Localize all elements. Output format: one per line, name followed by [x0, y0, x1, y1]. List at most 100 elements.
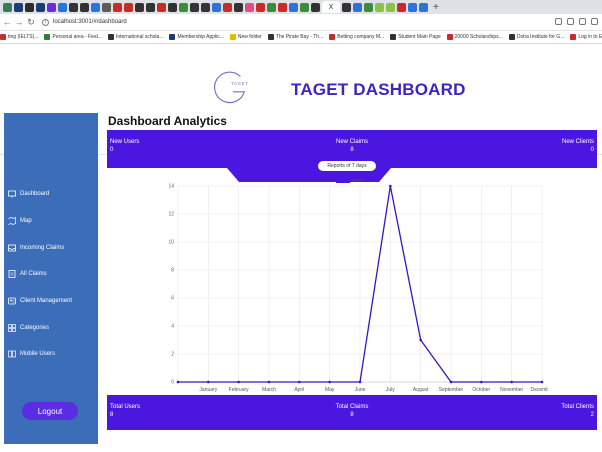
bookmark-item[interactable]: Student Main Page [390, 34, 441, 40]
x-tick-label: January [199, 387, 217, 392]
x-tick-label: May [325, 387, 335, 392]
monitor-icon [8, 190, 16, 198]
total-stats-bar: Total Users 8 Total Claims 8 Total Clien… [107, 395, 597, 430]
browser-tab[interactable] [245, 2, 254, 12]
bookmark-item[interactable]: International schola... [107, 34, 163, 40]
browser-tab[interactable] [69, 2, 78, 12]
new-tab-icon[interactable]: + [433, 2, 439, 13]
browser-tab[interactable] [190, 2, 199, 12]
browser-tab[interactable] [223, 2, 232, 12]
reload-icon[interactable]: ↻ [26, 17, 36, 28]
bookmark-item[interactable]: Log in to Essex | Uni... [570, 34, 602, 40]
bookmark-item[interactable]: Betting company M... [329, 34, 384, 40]
browser-tab[interactable] [146, 2, 155, 12]
bookmark-item[interactable]: Doha Institute for G... [508, 34, 564, 40]
document-icon [8, 270, 16, 278]
address-bar[interactable]: ← → ↻ i localhost:3001/#/dashboard [0, 14, 602, 31]
sidepanel-icon[interactable] [591, 18, 598, 25]
browser-tab[interactable] [212, 2, 221, 12]
bookmark-item[interactable]: Membership Applic... [169, 34, 224, 40]
bookmark-star-icon[interactable] [567, 18, 574, 25]
bookmark-icon [169, 34, 176, 40]
sidebar-item-incoming-claims[interactable]: Incoming Claims [4, 239, 98, 257]
browser-tab[interactable] [179, 2, 188, 12]
browser-tab[interactable] [397, 2, 406, 12]
bookmarks-bar: ting (IELTS)... Personal area - Fied... In… [0, 31, 602, 44]
browser-tab[interactable] [278, 2, 287, 12]
browser-tab[interactable] [3, 2, 12, 12]
sidebar-item-client-management[interactable]: Client Management [4, 292, 98, 310]
browser-tab[interactable] [47, 2, 56, 12]
tab-active[interactable]: X [322, 1, 340, 13]
y-tick-label: 12 [168, 212, 174, 218]
browser-tab[interactable] [124, 2, 133, 12]
stat-label: Total Clients [561, 404, 594, 410]
stat-value: 8 [350, 412, 354, 418]
x-tick-label: September [439, 387, 464, 392]
info-icon[interactable]: i [42, 18, 49, 26]
stat-label: New Users [110, 139, 140, 145]
x-tick-label: December [530, 387, 548, 392]
browser-tab[interactable] [342, 2, 351, 12]
bookmark-item[interactable]: New folder [229, 34, 262, 40]
browser-tab[interactable] [157, 2, 166, 12]
browser-tab[interactable] [113, 2, 122, 12]
app: TAGET TAGET DASHBOARD Logout Dashboard Ma… [0, 44, 602, 452]
bookmark-icon [229, 34, 236, 40]
x-tick-label: March [262, 387, 276, 392]
sidebar-item-categories[interactable]: Categories [4, 319, 98, 337]
sidebar-item-label: All Claims [20, 271, 47, 277]
browser-tab[interactable] [58, 2, 67, 12]
bookmark-item[interactable]: 20000 Scholarships... [446, 34, 503, 40]
browser-tab[interactable] [364, 2, 373, 12]
browser-tab[interactable] [14, 2, 23, 12]
sidebar-item-label: Mobile Users [20, 351, 56, 357]
reports-7-days-button[interactable]: Reports of 7 days [318, 161, 376, 171]
browser-tab[interactable] [91, 2, 100, 12]
bookmark-item[interactable]: The Pirate Bay - Th... [267, 34, 323, 40]
extensions-icon[interactable] [579, 18, 586, 25]
browser-tab[interactable] [311, 2, 320, 12]
browser-tab[interactable] [80, 2, 89, 12]
data-point [358, 380, 362, 384]
browser-tab[interactable] [256, 2, 265, 12]
browser-tab[interactable] [102, 2, 111, 12]
map-icon [8, 217, 16, 225]
forward-icon[interactable]: → [14, 17, 24, 27]
browser-tab[interactable] [300, 2, 309, 12]
browser-tab[interactable] [375, 2, 384, 12]
browser-tab[interactable] [386, 2, 395, 12]
url-field[interactable]: i localhost:3001/#/dashboard [42, 18, 127, 26]
browser-tab[interactable] [353, 2, 362, 12]
bookmark-item[interactable]: ting (IELTS)... [0, 34, 38, 40]
share-icon[interactable] [555, 18, 562, 25]
browser-tab[interactable] [408, 2, 417, 12]
back-icon[interactable]: ← [2, 17, 12, 27]
data-point [237, 380, 240, 384]
sidebar-item-all-claims[interactable]: All Claims [4, 265, 98, 283]
stat-total-users: Total Users 8 [110, 403, 140, 419]
sidebar-item-map[interactable]: Map [4, 212, 98, 230]
browser-tab[interactable] [168, 2, 177, 12]
x-tick-label: October [472, 387, 490, 392]
bookmark-item[interactable]: Personal area - Fied... [44, 34, 102, 40]
bookmark-icon [107, 34, 114, 40]
browser-tab[interactable] [36, 2, 45, 12]
browser-tab[interactable] [267, 2, 276, 12]
bookmark-icon [508, 34, 515, 40]
browser-tab[interactable] [25, 2, 34, 12]
data-point [298, 380, 301, 384]
browser-tab[interactable] [135, 2, 144, 12]
browser-tab[interactable] [201, 2, 210, 12]
sidebar-item-mobile-users[interactable]: Mobile Users [4, 345, 98, 363]
browser-tab[interactable] [234, 2, 243, 12]
data-point [328, 380, 331, 384]
sidebar-item-dashboard[interactable]: Dashboard [4, 185, 98, 203]
browser-actions [555, 18, 598, 25]
browser-tab[interactable] [289, 2, 298, 12]
bookmark-icon [0, 34, 6, 40]
browser-tab[interactable] [419, 2, 428, 12]
logout-button[interactable]: Logout [22, 402, 78, 420]
y-tick-label: 10 [168, 240, 174, 246]
x-tick-label: February [229, 387, 250, 392]
